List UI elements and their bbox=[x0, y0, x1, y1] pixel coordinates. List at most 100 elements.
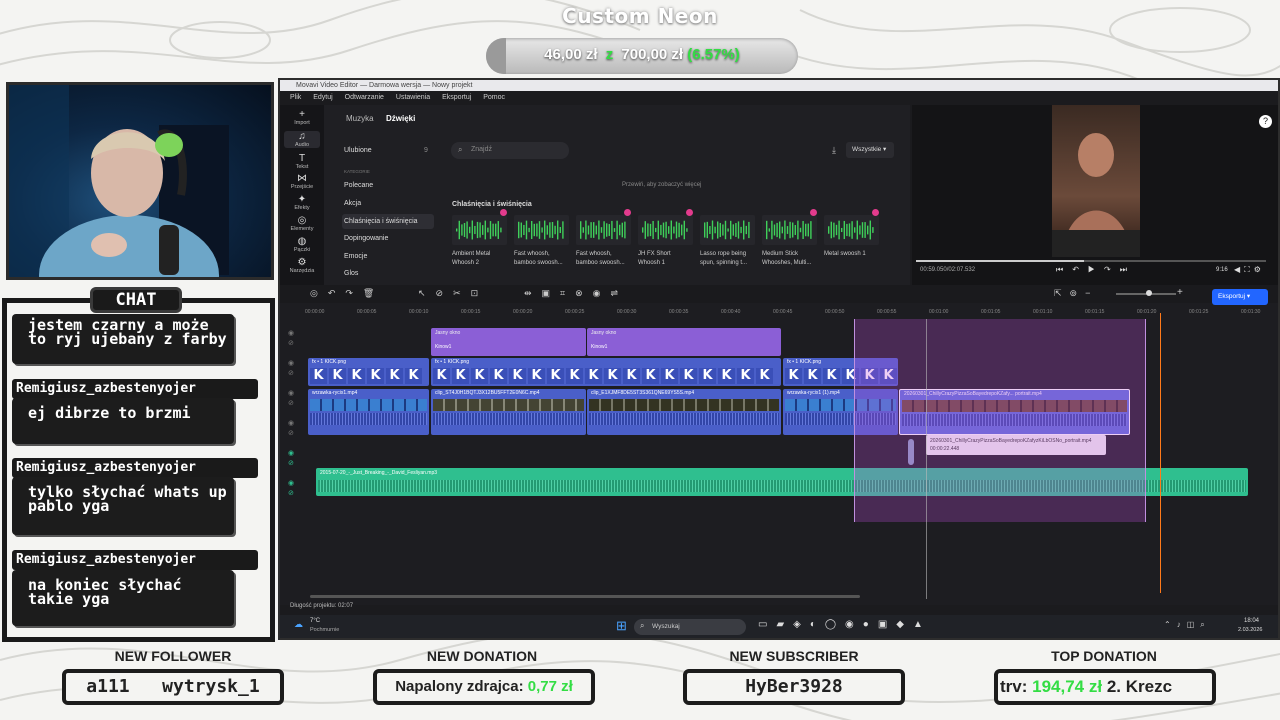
ruler-tick-label: 00:00:35 bbox=[669, 309, 689, 315]
new-donation-heading: NEW DONATION bbox=[426, 648, 538, 664]
new-subscriber-box: HyBer3928 bbox=[683, 669, 905, 705]
audio-waveform bbox=[310, 413, 427, 425]
ruler-tick-label: 00:00:15 bbox=[461, 309, 481, 315]
menu-help[interactable]: Pomoc bbox=[483, 94, 505, 101]
stickers-icon: ◍ bbox=[297, 236, 307, 247]
preview-image bbox=[1052, 133, 1140, 257]
video-clip[interactable]: clip_E1XJMF8DE5ST3S361QNE69YS5S.mp4 bbox=[587, 389, 781, 435]
title-clip[interactable]: Jasny okno Kinow1 bbox=[431, 328, 586, 356]
new-follower-heading: NEW FOLLOWER bbox=[114, 648, 232, 664]
category-item[interactable]: Akcja bbox=[344, 200, 361, 207]
clip-tool-icons[interactable]: ⇹▣⌗⊗◉⇌ bbox=[524, 288, 628, 299]
category-item[interactable]: Polecane bbox=[344, 182, 373, 189]
goal-title: Custom Neon bbox=[562, 4, 718, 28]
windows-start-icon[interactable]: ⊞ bbox=[616, 618, 627, 634]
sound-thumbnail[interactable] bbox=[452, 215, 507, 245]
export-button[interactable]: Eksportuj ▾ bbox=[1212, 289, 1268, 305]
waveform-icon bbox=[580, 220, 626, 240]
sound-title: Medium Stick Whooshes, Multi... bbox=[762, 251, 812, 266]
project-length: Długość projektu: 02:07 bbox=[290, 603, 354, 609]
waveform-icon bbox=[704, 220, 750, 240]
kick-logo-icon: K bbox=[386, 368, 403, 384]
kick-logo-icon: K bbox=[680, 368, 697, 384]
chat-username: Remigiusz_azbestenyojer bbox=[12, 550, 258, 570]
effects-icon: ✦ bbox=[297, 194, 307, 205]
ruler-tick-label: 00:01:05 bbox=[981, 309, 1001, 315]
selection-region[interactable] bbox=[854, 319, 1146, 522]
kick-logo-icon: K bbox=[509, 368, 526, 384]
ruler-tick-label: 00:00:55 bbox=[877, 309, 897, 315]
chat-message: ej dibrze to brzmi bbox=[12, 398, 234, 444]
category-item-selected[interactable]: Chlaśnięcia i świśnięcia bbox=[342, 214, 434, 229]
categories-heading: KATEGORIE bbox=[344, 169, 370, 174]
video-editor-window: Movavi Video Editor — Darmowa wersja — N… bbox=[278, 78, 1280, 640]
tool-transitions[interactable]: ⋈ Przejście bbox=[284, 173, 320, 190]
title-clip[interactable]: Jasny okno Kinow1 bbox=[587, 328, 781, 356]
system-tray-icons[interactable]: ⌃♪◫⌕ bbox=[1164, 620, 1211, 630]
sound-thumbnail[interactable] bbox=[576, 215, 631, 245]
new-donation-box: Napalony zdrajca: 0,77 zł bbox=[373, 669, 595, 705]
kick-logo-icon: K bbox=[547, 368, 564, 384]
tool-effects[interactable]: ✦ Efekty bbox=[284, 194, 320, 211]
premium-badge-icon bbox=[810, 209, 817, 216]
ruler-tick-label: 00:00:05 bbox=[357, 309, 377, 315]
overlay-clip[interactable]: fx • 1 KICK.png KKKKKK bbox=[308, 358, 429, 386]
zoom-tool-icons[interactable]: ⇱⊚− bbox=[1054, 288, 1098, 299]
preview-toolbar-icons[interactable]: ◀⛶⚙ bbox=[1234, 265, 1265, 275]
filter-dropdown[interactable]: Wszystkie ▾ bbox=[846, 142, 894, 158]
taskbar-app-icons[interactable]: ▭▰◈◐◯◉●▣◆▲ bbox=[758, 619, 932, 630]
tab-sounds[interactable]: Dźwięki bbox=[386, 114, 415, 123]
edit-tool-icons[interactable]: ↖⊘✂⊡ bbox=[418, 288, 488, 299]
chat-username: Remigiusz_azbestenyojer bbox=[12, 458, 258, 478]
tab-music[interactable]: Muzyka bbox=[346, 114, 374, 123]
category-item[interactable]: Emocje bbox=[344, 253, 367, 260]
video-clip[interactable]: wrzawka-rycix1.mp4 bbox=[308, 389, 429, 435]
sound-thumbnail[interactable] bbox=[824, 215, 879, 245]
overlay-clip[interactable]: fx • 1 KICK.png KKKKKKKKKKKKKKKKKK bbox=[431, 358, 781, 386]
kick-logo-icon: K bbox=[804, 368, 821, 384]
category-item[interactable]: Glos bbox=[344, 270, 358, 277]
sound-title: JH FX Short Whoosh 1 bbox=[638, 251, 671, 266]
aspect-ratio[interactable]: 9:16 bbox=[1216, 267, 1228, 273]
chat-username: Remigiusz_azbestenyojer bbox=[12, 379, 258, 399]
sound-search-input[interactable]: ⌕ Znajdź bbox=[451, 142, 569, 159]
webcam-image bbox=[9, 85, 229, 277]
goal-separator: z bbox=[605, 46, 614, 63]
menu-file[interactable]: Plik bbox=[290, 94, 301, 101]
kick-logo-icon: K bbox=[471, 368, 488, 384]
menu-playback[interactable]: Odtwarzanie bbox=[345, 94, 384, 101]
ruler-tick-label: 00:00:30 bbox=[617, 309, 637, 315]
timeline-tool-icons[interactable]: ◎↶↷🗑 bbox=[310, 288, 384, 299]
playback-controls[interactable]: ⏮↶▶↷⏭ bbox=[1056, 265, 1136, 275]
search-icon: ⌕ bbox=[458, 145, 463, 154]
tool-elements[interactable]: ◎ Elementy bbox=[284, 215, 320, 232]
menu-edit[interactable]: Edytuj bbox=[313, 94, 332, 101]
tool-text[interactable]: T Tekst bbox=[284, 153, 320, 170]
track-controls[interactable]: ◉ ⊘ ◉ ⊘ ◉ ⊘ ◉ ⊘ ◉ ⊘ ◉ ⊘ bbox=[288, 329, 294, 499]
favorites-item[interactable]: Ulubione bbox=[344, 147, 372, 154]
menu-settings[interactable]: Ustawienia bbox=[396, 94, 430, 101]
zoom-in-icon[interactable]: + bbox=[1177, 287, 1183, 298]
category-item[interactable]: Dopingowanie bbox=[344, 235, 388, 242]
timeline-scrollbar[interactable] bbox=[310, 595, 860, 598]
sound-thumbnail[interactable] bbox=[638, 215, 693, 245]
plus-icon: + bbox=[299, 109, 305, 120]
tool-audio[interactable]: ♫ Audio bbox=[284, 131, 320, 148]
sound-thumbnail[interactable] bbox=[762, 215, 817, 245]
taskbar-search[interactable]: ⌕ Wyszukaj bbox=[634, 619, 746, 635]
help-icon[interactable]: ? bbox=[1259, 115, 1272, 128]
menu-export[interactable]: Eksportuj bbox=[442, 94, 471, 101]
weather-icon: ☁ bbox=[294, 619, 303, 629]
sound-thumbnail[interactable] bbox=[514, 215, 569, 245]
premium-badge-icon bbox=[686, 209, 693, 216]
tool-tools[interactable]: ⚙ Narzędzia bbox=[284, 257, 320, 274]
download-icon[interactable]: ⤓ bbox=[832, 145, 836, 156]
kick-logo-icon: K bbox=[348, 368, 365, 384]
playhead[interactable] bbox=[1160, 313, 1161, 593]
section-heading: Chlaśnięcia i świśnięcia bbox=[452, 201, 532, 208]
video-clip[interactable]: clip_ST4J0H1BQTJ3X12BU5FFT2E0N6C.mp4 bbox=[431, 389, 586, 435]
tool-import[interactable]: + Import bbox=[284, 109, 320, 126]
tool-stickers[interactable]: ◍ Pączki bbox=[284, 236, 320, 253]
sound-thumbnail[interactable] bbox=[700, 215, 755, 245]
zoom-slider-handle[interactable] bbox=[1146, 290, 1152, 296]
